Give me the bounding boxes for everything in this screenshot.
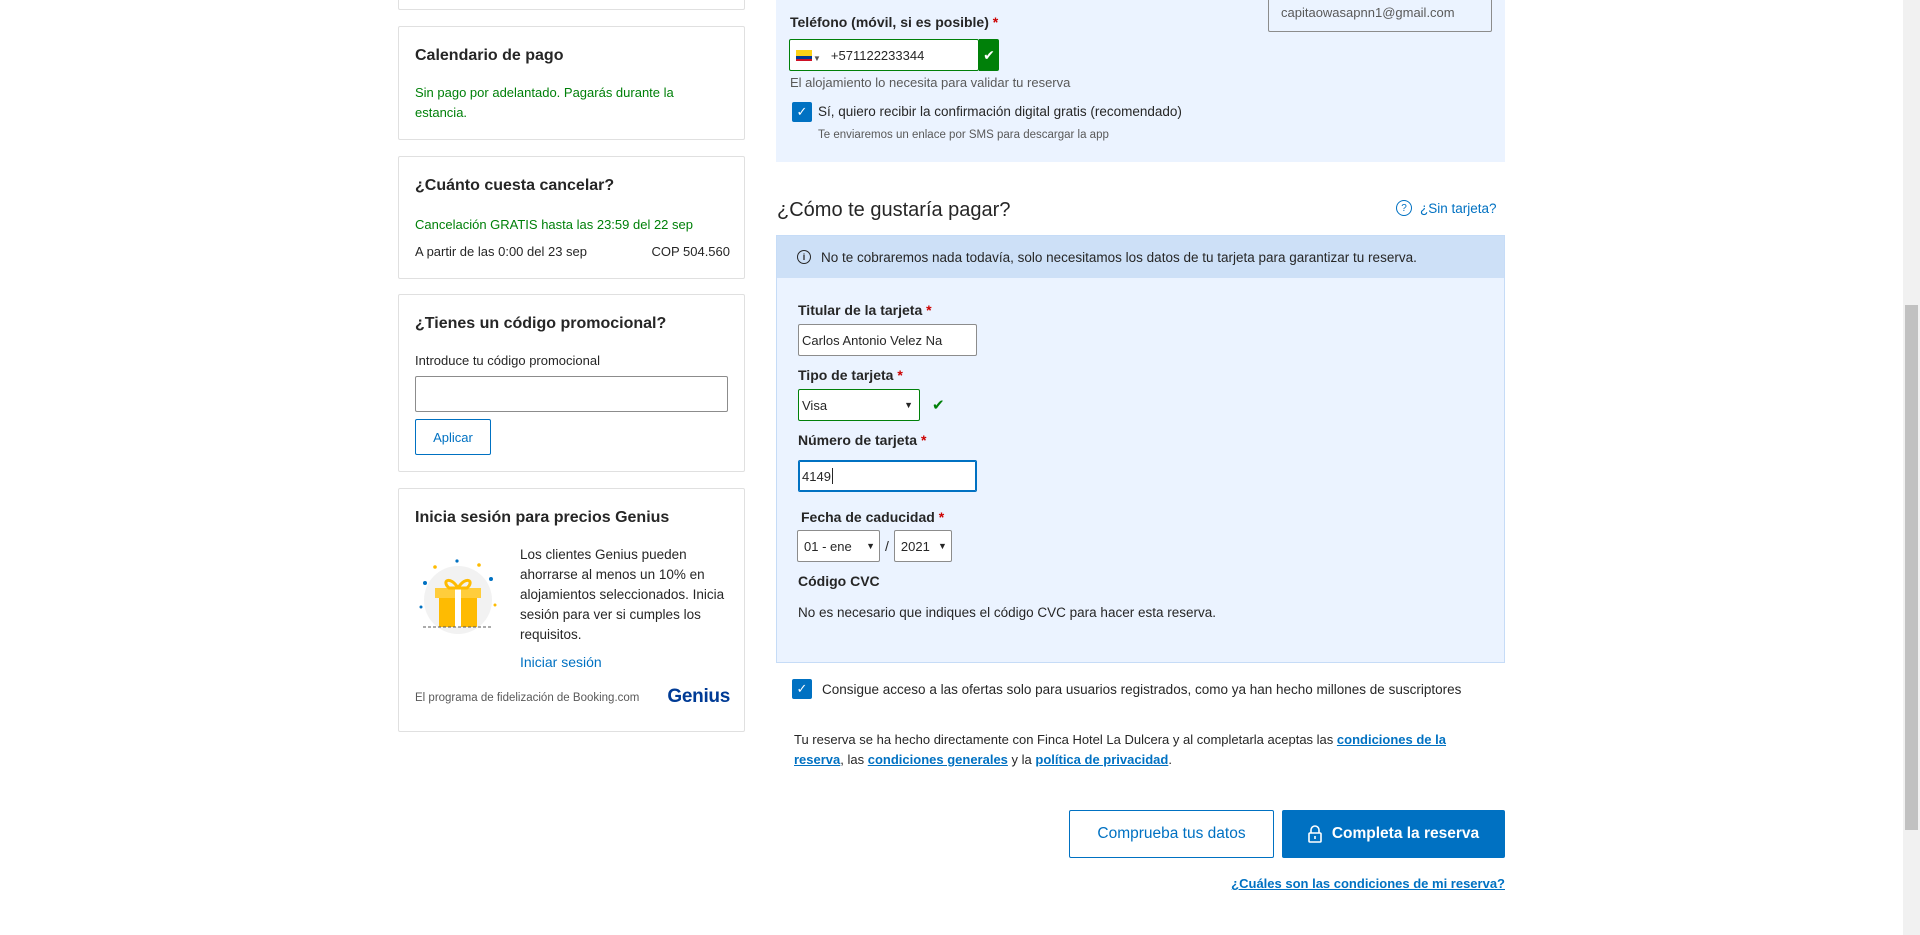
required-mark: *: [938, 509, 945, 525]
check-icon: ✔: [932, 397, 945, 414]
terms-mid1: , las: [840, 752, 868, 767]
genius-logo: Genius: [667, 686, 730, 707]
payment-info-text: No te cobraremos nada todavía, solo nece…: [821, 249, 1417, 265]
phone-help-text: El alojamiento lo necesita para validar …: [790, 75, 1071, 90]
complete-booking-button[interactable]: Completa la reserva: [1282, 810, 1505, 858]
lock-icon: [1308, 825, 1322, 843]
card-holder-input[interactable]: Carlos Antonio Velez Na: [798, 324, 977, 356]
expiry-year-value: 2021: [900, 538, 930, 554]
payment-schedule-title: Calendario de pago: [415, 47, 564, 64]
terms-suffix: .: [1168, 752, 1172, 767]
cancellation-card: ¿Cuánto cuesta cancelar? Cancelación GRA…: [398, 156, 745, 279]
required-mark: *: [926, 302, 932, 318]
apply-promo-button[interactable]: Aplicar: [415, 419, 491, 455]
scrollbar-thumb[interactable]: [1905, 305, 1918, 830]
terms-prefix: Tu reserva se ha hecho directamente con …: [794, 732, 1337, 747]
no-card-text: ¿Sin tarjeta?: [1420, 200, 1497, 216]
sms-confirmation-subtext: Te enviaremos un enlace por SMS para des…: [818, 129, 1109, 141]
email-field[interactable]: capitaowasapnn1@gmail.com: [1268, 0, 1492, 32]
promo-code-card: ¿Tienes un código promocional? Introduce…: [398, 294, 745, 472]
promo-code-input[interactable]: [415, 376, 728, 412]
card-holder-label: Titular de la tarjeta *: [798, 302, 932, 318]
sms-confirmation-label[interactable]: Sí, quiero recibir la confirmación digit…: [818, 104, 1182, 119]
genius-description: Los clientes Genius pueden ahorrarse al …: [520, 547, 725, 642]
expiry-year-select[interactable]: 2021 ▼: [893, 530, 952, 562]
expiry-label: Fecha de caducidad *: [801, 509, 944, 525]
expiry-month-value: 01 - ene: [804, 538, 852, 554]
card-number-value: 4149: [802, 468, 831, 484]
question-icon: ?: [1396, 200, 1412, 216]
cvc-text: No es necesario que indiques el código C…: [798, 605, 1216, 620]
cancellation-fee-amount: COP 504.560: [651, 244, 730, 259]
cancellation-fee-row: A partir de las 0:00 del 23 sep COP 504.…: [415, 243, 730, 261]
promo-code-label: Introduce tu código promocional: [415, 353, 601, 368]
payment-section-title: ¿Cómo te gustaría pagar?: [777, 199, 1011, 221]
promo-code-title: ¿Tienes un código promocional?: [415, 315, 667, 332]
phone-label: Teléfono (móvil, si es posible) *: [790, 14, 998, 30]
offers-checkbox[interactable]: ✓: [792, 679, 812, 699]
required-mark: *: [920, 432, 927, 448]
privacy-policy-link[interactable]: política de privacidad: [1035, 752, 1168, 767]
card-type-label: Tipo de tarjeta *: [798, 367, 903, 383]
sidebar-card-previous: [398, 0, 745, 10]
payment-info-bar: i No te cobraremos nada todavía, solo ne…: [777, 236, 1504, 278]
chevron-down-icon: ▼: [813, 53, 821, 63]
text-cursor: [831, 468, 833, 484]
check-details-button[interactable]: Comprueba tus datos: [1069, 810, 1274, 858]
contact-details-panel: capitaowasapnn1@gmail.com Teléfono (móvi…: [776, 0, 1505, 162]
payment-schedule-text: Sin pago por adelantado. Pagarás durante…: [415, 85, 674, 120]
terms-mid2: y la: [1007, 752, 1036, 767]
card-number-label-text: Número de tarjeta: [798, 432, 918, 448]
genius-footer-text: El programa de fidelización de Booking.c…: [415, 692, 640, 704]
expiry-label-text: Fecha de caducidad: [801, 509, 935, 525]
card-number-label: Número de tarjeta *: [798, 432, 926, 448]
general-conditions-link[interactable]: condiciones generales: [868, 752, 1008, 767]
cancellation-fee-date: A partir de las 0:00 del 23 sep: [415, 244, 588, 259]
required-mark: *: [897, 367, 903, 383]
terms-text: Tu reserva se ha hecho directamente con …: [794, 730, 1494, 770]
phone-value: +571122233344: [830, 47, 925, 63]
info-icon: i: [797, 250, 811, 264]
booking-conditions-question-link[interactable]: ¿Cuáles son las condiciones de mi reserv…: [1231, 876, 1505, 891]
card-number-input[interactable]: 4149: [798, 460, 977, 492]
genius-title: Inicia sesión para precios Genius: [415, 509, 670, 526]
expiry-month-select[interactable]: 01 - ene ▼: [797, 530, 880, 562]
required-mark: *: [992, 14, 999, 30]
gift-icon: [419, 559, 497, 634]
chevron-down-icon: ▼: [866, 541, 875, 551]
card-type-value: Visa: [802, 397, 828, 413]
no-card-link[interactable]: ? ¿Sin tarjeta?: [1396, 200, 1497, 216]
sms-confirmation-checkbox[interactable]: ✓: [792, 102, 812, 122]
payment-schedule-card: Calendario de pago Sin pago por adelanta…: [398, 26, 745, 140]
genius-signin-link[interactable]: Iniciar sesión: [520, 654, 602, 670]
scrollbar[interactable]: [1903, 0, 1920, 935]
card-type-label-text: Tipo de tarjeta: [798, 367, 894, 383]
chevron-down-icon: ▼: [904, 400, 913, 410]
offers-checkbox-label[interactable]: Consigue acceso a las ofertas solo para …: [822, 682, 1461, 697]
complete-booking-label: Completa la reserva: [1331, 825, 1480, 842]
free-cancellation-text: Cancelación GRATIS hasta las 23:59 del 2…: [415, 217, 693, 232]
card-holder-label-text: Titular de la tarjeta: [798, 302, 923, 318]
email-value: capitaowasapnn1@gmail.com: [1281, 5, 1455, 20]
expiry-separator: /: [885, 538, 889, 554]
card-details-panel: i No te cobraremos nada todavía, solo ne…: [776, 235, 1505, 663]
cvc-label: Código CVC: [798, 573, 880, 589]
chevron-down-icon: ▼: [937, 541, 947, 551]
phone-label-text: Teléfono (móvil, si es posible): [790, 14, 989, 30]
card-type-select[interactable]: Visa ▼: [798, 389, 920, 421]
colombia-flag-icon[interactable]: [796, 49, 812, 61]
phone-input[interactable]: ▼ +571122233344: [789, 39, 979, 71]
expiry-row: 01 - ene ▼ / 2021 ▼: [797, 530, 952, 562]
cancellation-title: ¿Cuánto cuesta cancelar?: [415, 177, 615, 194]
genius-card: Inicia sesión para precios Genius Los cl…: [398, 488, 745, 732]
check-icon: ✔: [979, 39, 999, 71]
